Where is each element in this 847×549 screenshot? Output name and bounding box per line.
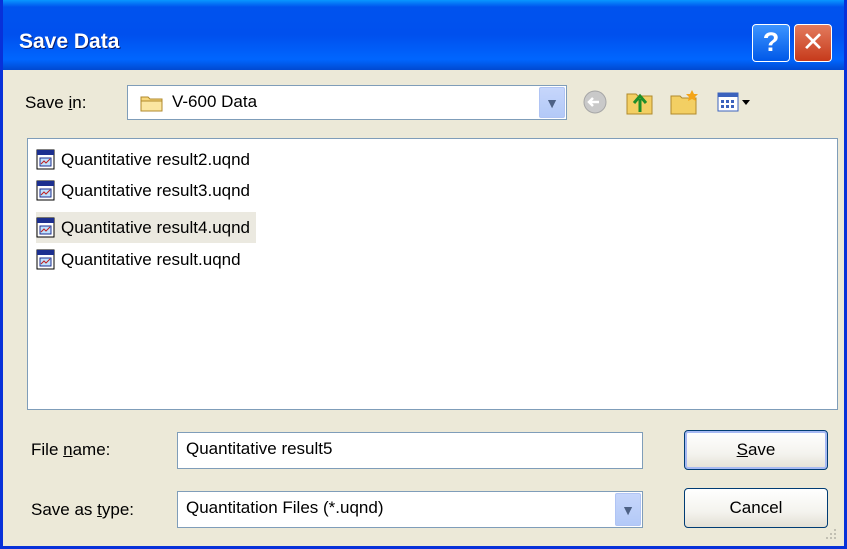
file-name-label: File name: (31, 440, 111, 459)
back-icon[interactable] (578, 86, 612, 118)
new-folder-icon[interactable] (668, 86, 702, 118)
save-button[interactable]: Save (684, 430, 828, 470)
file-name: Quantitative result4.uqnd (61, 217, 251, 237)
folder-icon (140, 96, 163, 112)
save-data-dialog: Save Data ? ✕ Save in: V-600 Data ▼ Quan… (0, 0, 847, 549)
save-in-label: Save in: (25, 93, 87, 112)
chevron-down-icon[interactable]: ▼ (539, 87, 565, 118)
file-item-selected[interactable]: Quantitative result4.uqnd (36, 212, 257, 243)
resize-grip-icon[interactable] (824, 527, 838, 541)
file-name: Quantitative result3.uqnd (61, 180, 251, 200)
uqnd-file-icon (36, 217, 55, 237)
uqnd-file-icon (36, 149, 55, 169)
close-button[interactable]: ✕ (794, 24, 832, 62)
save-as-type-label: Save as type: (31, 500, 135, 519)
file-name-input[interactable]: Quantitative result5 (177, 432, 643, 469)
view-menu-icon[interactable] (715, 86, 755, 118)
uqnd-file-icon (36, 180, 55, 200)
title-bar[interactable]: Save Data ? ✕ (3, 0, 844, 70)
save-in-value: V-600 Data (172, 92, 258, 111)
help-button[interactable]: ? (752, 24, 790, 62)
save-as-type-dropdown[interactable]: Quantitation Files (*.uqnd) ▼ (177, 491, 643, 528)
file-item[interactable]: Quantitative result3.uqnd (36, 175, 256, 206)
file-name: Quantitative result.uqnd (61, 249, 241, 269)
dialog-title: Save Data (19, 30, 120, 53)
up-one-level-icon[interactable] (623, 86, 657, 118)
uqnd-file-icon (36, 249, 55, 269)
file-name: Quantitative result2.uqnd (61, 149, 251, 169)
file-item[interactable]: Quantitative result2.uqnd (36, 144, 256, 175)
save-as-type-value: Quantitation Files (*.uqnd) (186, 498, 384, 517)
cancel-button[interactable]: Cancel (684, 488, 828, 528)
chevron-down-icon[interactable]: ▼ (615, 493, 641, 526)
save-in-dropdown[interactable]: V-600 Data ▼ (127, 85, 567, 120)
file-item[interactable]: Quantitative result.uqnd (36, 244, 247, 275)
file-list[interactable]: Quantitative result2.uqnd Quantitative r… (27, 138, 838, 410)
